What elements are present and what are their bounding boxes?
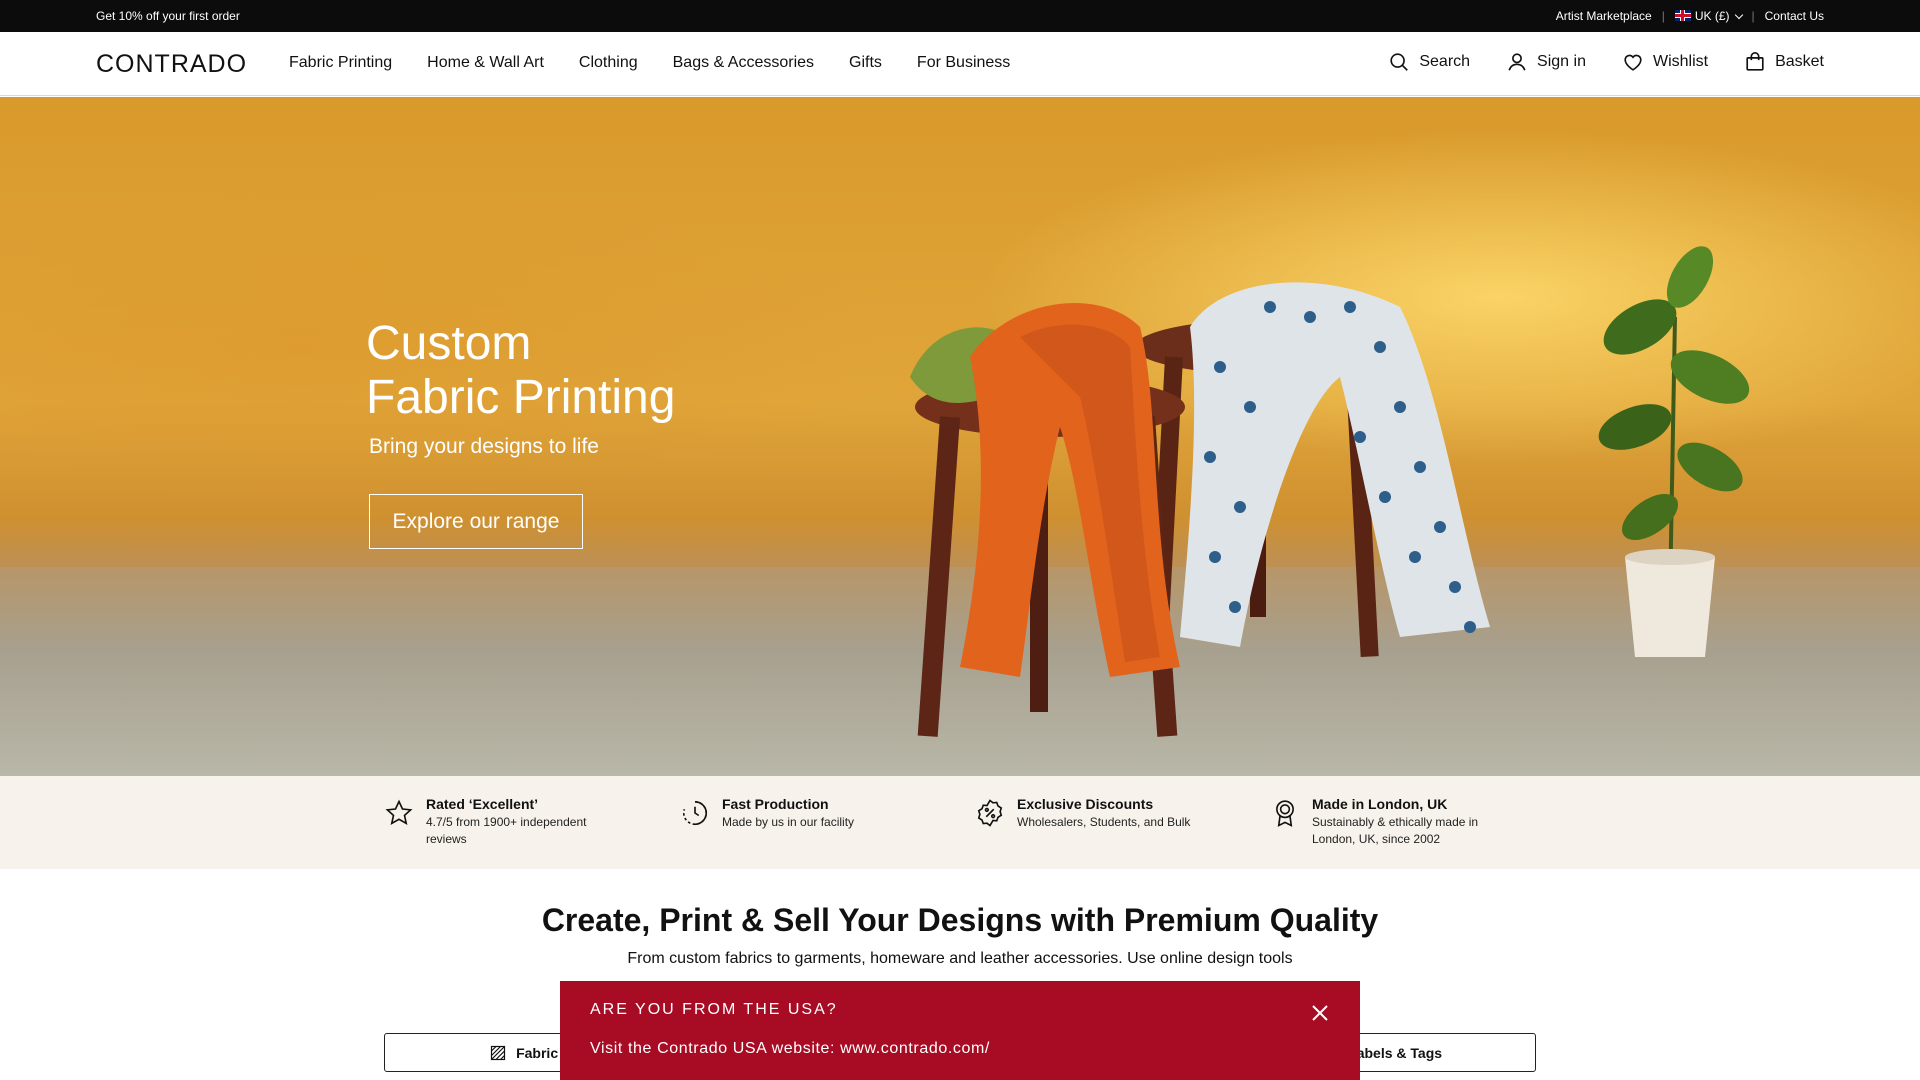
potted-plant-image [1598, 246, 1750, 657]
divider: | [1751, 9, 1755, 23]
section-title: Create, Print & Sell Your Designs with P… [541, 902, 1379, 938]
usa-redirect-popup: ARE YOU FROM THE USA? Visit the Contrado… [560, 981, 1360, 1080]
nav-item-bags-accessories[interactable]: Bags & Accessories [673, 54, 814, 72]
region-selector[interactable]: UK (£) [1674, 9, 1743, 23]
heart-icon [1624, 54, 1642, 71]
sign-in-label: Sign in [1537, 53, 1586, 70]
usp-desc: London, UK, since 2002 [1312, 832, 1441, 846]
usp-text: Made in London, UK Sustainably & ethical… [1312, 796, 1478, 848]
promo-bar: Get 10% off your first order Artist Mark… [0, 0, 1920, 32]
search-button[interactable]: Search [1388, 51, 1470, 73]
nav-item-home-wall-art[interactable]: Home & Wall Art [427, 54, 544, 72]
usp-text: Fast Production Made by us in our facili… [722, 796, 854, 831]
usa-website-link[interactable]: Visit the Contrado USA website: www.cont… [590, 1040, 990, 1058]
search-icon [1390, 53, 1409, 71]
usp-desc: Wholesalers, Students, and Bulk [1017, 815, 1191, 829]
hero-title-line-2: Fabric Printing [366, 371, 676, 424]
usp-text: Rated ‘Excellent’ 4.7/5 from 1900+ indep… [426, 796, 586, 848]
divider: | [1661, 9, 1665, 23]
percent-badge-icon [977, 799, 1003, 827]
explore-range-button[interactable]: Explore our range [369, 494, 583, 549]
logo[interactable]: CONTRADO [96, 50, 247, 79]
shopping-bag-icon [1746, 52, 1764, 71]
usp-title: Exclusive Discounts [1017, 796, 1154, 812]
hero-subtitle: Bring your designs to life [369, 435, 599, 458]
nav-item-fabric-printing[interactable]: Fabric Printing [289, 54, 392, 72]
usp-title: Made in London, UK [1312, 796, 1448, 812]
usp-title: Rated ‘Excellent’ [426, 796, 539, 812]
contact-us-link[interactable]: Contact Us [1765, 9, 1824, 23]
usp-desc: reviews [426, 832, 467, 846]
nav-item-for-business[interactable]: For Business [917, 54, 1010, 72]
usp-desc: Sustainably & ethically made in [1312, 815, 1479, 829]
popup-title: ARE YOU FROM THE USA? [590, 1001, 838, 1018]
usp-desc: Made by us in our facility [722, 815, 855, 829]
usp-rated-excellent: Rated ‘Excellent’ 4.7/5 from 1900+ indep… [384, 796, 586, 848]
header-actions: Search Sign in Wishlist Basket [1388, 51, 1824, 73]
usp-desc: 4.7/5 from 1900+ independent [426, 815, 587, 829]
nav-item-clothing[interactable]: Clothing [579, 54, 638, 72]
stools-with-fabrics-image [910, 282, 1490, 737]
wishlist-button[interactable]: Wishlist [1622, 51, 1708, 73]
award-icon [1276, 800, 1294, 827]
hero-banner: Custom Fabric Printing Bring your designs… [0, 97, 1920, 776]
wishlist-label: Wishlist [1652, 53, 1709, 70]
site-header: CONTRADO Fabric Printing Home & Wall Art… [0, 32, 1920, 96]
basket-label: Basket [1775, 53, 1824, 70]
usp-exclusive-discounts: Exclusive Discounts Wholesalers, Student… [975, 796, 1190, 831]
usp-text: Exclusive Discounts Wholesalers, Student… [1017, 796, 1190, 831]
artist-marketplace-link[interactable]: Artist Marketplace [1556, 9, 1652, 23]
clock-icon [682, 800, 707, 826]
basket-button[interactable]: Basket [1744, 51, 1824, 73]
usp-made-in-london: Made in London, UK Sustainably & ethical… [1270, 796, 1478, 848]
close-icon[interactable] [1308, 1001, 1332, 1025]
nav-item-gifts[interactable]: Gifts [849, 54, 882, 72]
usp-fast-production: Fast Production Made by us in our facili… [680, 796, 854, 831]
star-icon [385, 799, 413, 825]
usp-title: Fast Production [722, 796, 829, 812]
promo-links: Artist Marketplace | UK (£) | Contact Us [1556, 9, 1824, 23]
section-description: From custom fabrics to garments, homewar… [627, 950, 1293, 967]
usp-strip: Rated ‘Excellent’ 4.7/5 from 1900+ indep… [0, 776, 1920, 869]
hero-title-line-1: Custom [366, 317, 532, 370]
hero-title: Custom Fabric Printing [366, 317, 675, 425]
uk-flag-icon [1674, 10, 1691, 21]
search-label: Search [1419, 53, 1471, 70]
sign-in-button[interactable]: Sign in [1506, 51, 1586, 73]
region-label: UK (£) [1694, 9, 1730, 23]
user-icon [1508, 53, 1526, 71]
main-nav: Fabric Printing Home & Wall Art Clothing… [289, 54, 1010, 72]
chevron-down-icon [1734, 10, 1743, 20]
fabric-swatch-icon [490, 1045, 506, 1060]
promo-offer-text[interactable]: Get 10% off your first order [96, 9, 240, 23]
